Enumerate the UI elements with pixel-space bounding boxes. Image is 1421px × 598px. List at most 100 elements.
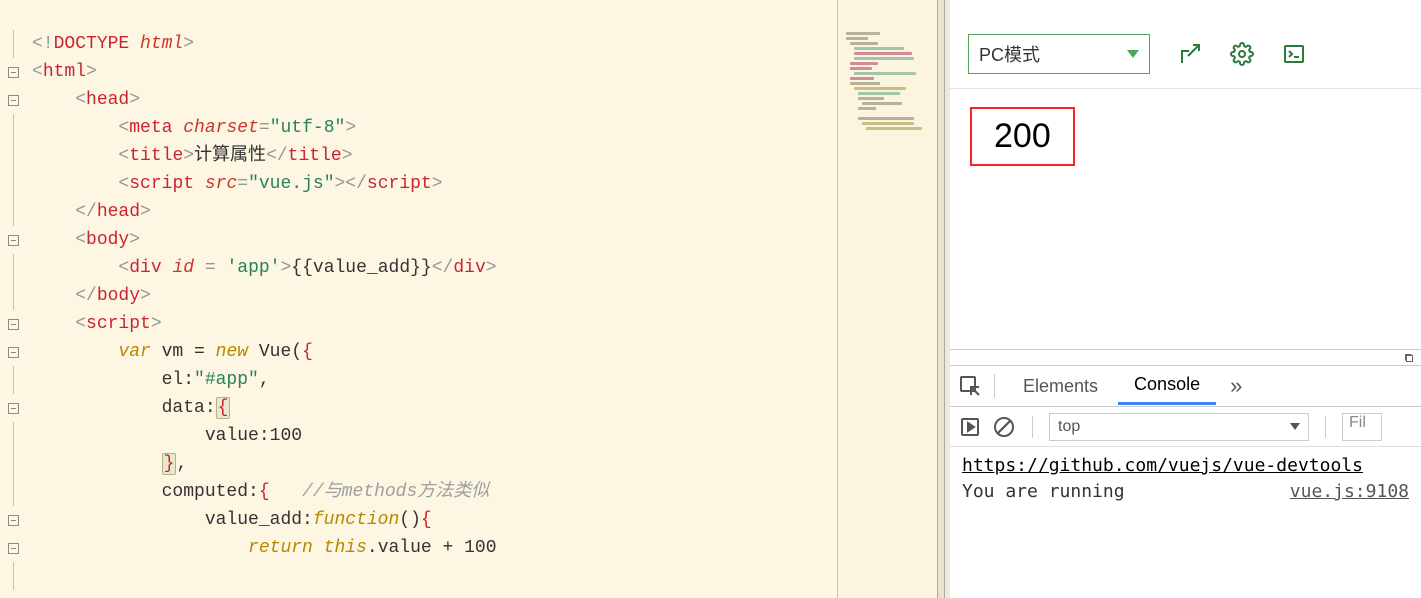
code-line[interactable]: <meta charset="utf-8"> (32, 114, 837, 142)
code-token: </ (75, 202, 97, 222)
code-line[interactable]: el:"#app", (32, 366, 837, 394)
code-area[interactable]: <!DOCTYPE html><html> <head> <meta chars… (26, 0, 837, 598)
code-line[interactable]: value_add:function(){ (32, 506, 837, 534)
inspect-icon[interactable] (958, 374, 982, 398)
gutter-row[interactable] (0, 226, 26, 254)
gutter-row[interactable] (0, 142, 26, 170)
gutter-line (13, 282, 14, 310)
devtools-restore-row (950, 349, 1421, 365)
code-token: = (237, 174, 248, 194)
gutter-row[interactable] (0, 478, 26, 506)
code-line[interactable]: <head> (32, 86, 837, 114)
code-token: < (118, 118, 129, 138)
code-line[interactable]: <title>计算属性</title> (32, 142, 837, 170)
code-token: < (75, 90, 86, 110)
restore-window-icon[interactable] (1403, 352, 1415, 364)
gutter-row[interactable] (0, 254, 26, 282)
code-line[interactable]: computed:{ //与methods方法类似 (32, 478, 837, 506)
gutter-row[interactable] (0, 58, 26, 86)
fold-gutter[interactable] (0, 0, 26, 598)
gear-icon[interactable] (1230, 42, 1254, 66)
gutter-row[interactable] (0, 198, 26, 226)
pane-divider[interactable] (937, 0, 945, 598)
code-line[interactable]: <script> (32, 310, 837, 338)
code-line[interactable]: <div id = 'app'>{{value_add}}</div> (32, 254, 837, 282)
console-icon[interactable] (1282, 42, 1306, 66)
code-line[interactable]: data:{ (32, 394, 837, 422)
code-line[interactable]: <html> (32, 58, 837, 86)
code-token: , (176, 454, 187, 474)
minimap-line (862, 122, 914, 125)
open-external-icon[interactable] (1178, 42, 1202, 66)
fold-icon[interactable] (8, 95, 19, 106)
code-token: script (367, 174, 432, 194)
minimap-line (850, 77, 874, 80)
minimap-line (850, 82, 880, 85)
code-line[interactable]: }, (32, 450, 837, 478)
code-token: "vue.js" (248, 174, 334, 194)
gutter-row[interactable] (0, 338, 26, 366)
gutter-row[interactable] (0, 310, 26, 338)
gutter-row[interactable] (0, 422, 26, 450)
gutter-row[interactable] (0, 562, 26, 590)
gutter-row[interactable] (0, 534, 26, 562)
code-token: "utf-8" (270, 118, 346, 138)
gutter-row[interactable] (0, 506, 26, 534)
code-editor[interactable]: <!DOCTYPE html><html> <head> <meta chars… (0, 0, 837, 598)
gutter-row[interactable] (0, 394, 26, 422)
code-line[interactable]: <script src="vue.js"></script> (32, 170, 837, 198)
mode-select-value: PC模式 (979, 41, 1040, 67)
gutter-row[interactable] (0, 282, 26, 310)
fold-icon[interactable] (8, 515, 19, 526)
code-token (32, 342, 118, 362)
play-icon[interactable] (958, 415, 982, 439)
fold-icon[interactable] (8, 403, 19, 414)
log-text: You are running (962, 481, 1125, 502)
code-token: title (288, 146, 342, 166)
code-line[interactable]: <!DOCTYPE html> (32, 30, 837, 58)
gutter-line (13, 254, 14, 282)
fold-icon[interactable] (8, 319, 19, 330)
gutter-row[interactable] (0, 366, 26, 394)
gutter-row[interactable] (0, 30, 26, 58)
gutter-row[interactable] (0, 170, 26, 198)
editor-scrollbar[interactable] (821, 0, 835, 598)
log-source[interactable]: vue.js:9108 (1290, 479, 1409, 505)
fold-icon[interactable] (8, 235, 19, 246)
mode-select[interactable]: PC模式 (968, 34, 1150, 74)
gutter-row[interactable] (0, 114, 26, 142)
tabs-overflow-icon[interactable]: » (1220, 373, 1252, 399)
code-token: 100 (270, 426, 302, 446)
code-line[interactable]: </head> (32, 198, 837, 226)
minimap-line (858, 92, 900, 95)
fold-icon[interactable] (8, 347, 19, 358)
minimap-line (846, 32, 880, 35)
code-token: > (345, 118, 356, 138)
code-line[interactable]: value:100 (32, 422, 837, 450)
fold-icon[interactable] (8, 543, 19, 554)
code-line[interactable]: </body> (32, 282, 837, 310)
code-line[interactable]: return this.value + 100 (32, 534, 837, 562)
context-select[interactable]: top (1049, 413, 1309, 441)
gutter-row[interactable] (0, 450, 26, 478)
code-token: id (172, 258, 204, 278)
tab-console[interactable]: Console (1118, 367, 1216, 405)
log-entry: You are running vue.js:9108 (962, 479, 1409, 505)
code-minimap[interactable] (837, 0, 937, 598)
code-token: > (486, 258, 497, 278)
fold-icon[interactable] (8, 67, 19, 78)
code-line[interactable]: var vm = new Vue({ (32, 338, 837, 366)
filter-input[interactable]: Fil (1342, 413, 1382, 441)
log-link[interactable]: https://github.com/vuejs/vue-devtools (962, 455, 1363, 476)
code-token: html (140, 34, 183, 54)
gutter-row[interactable] (0, 86, 26, 114)
tab-elements[interactable]: Elements (1007, 369, 1114, 404)
code-token: </ (266, 146, 288, 166)
code-line[interactable]: <body> (32, 226, 837, 254)
clear-icon[interactable] (992, 415, 1016, 439)
code-token (32, 538, 248, 558)
minimap-line (862, 102, 902, 105)
code-token (32, 230, 75, 250)
code-token: data: (32, 398, 216, 418)
code-token (32, 90, 75, 110)
